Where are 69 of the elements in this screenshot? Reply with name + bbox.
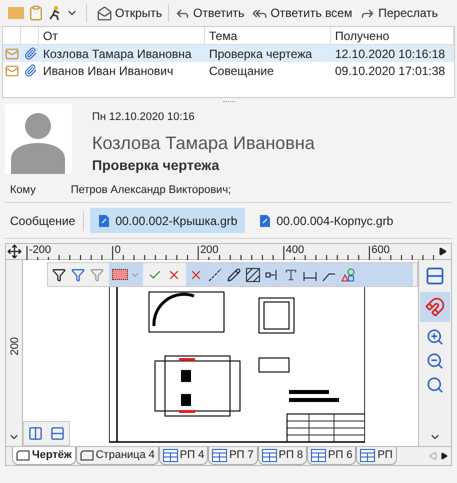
clipboard-icon[interactable] <box>28 5 44 21</box>
envelope-icon <box>5 64 19 78</box>
table-icon <box>360 449 376 462</box>
layout-icon[interactable] <box>425 266 445 286</box>
split-vertical-icon[interactable] <box>28 426 43 441</box>
split-horizontal-icon[interactable] <box>50 426 66 441</box>
pencil-icon[interactable] <box>227 268 241 282</box>
envelope-icon <box>5 46 19 60</box>
sheet-tab[interactable]: РП <box>356 447 397 465</box>
toolbar-button[interactable]: Открыть <box>95 4 164 22</box>
runner-icon[interactable] <box>48 5 62 21</box>
message-date: Пн 12.10.2020 10:16 <box>92 110 196 125</box>
attachment[interactable]: 00.00.004-Корпус.grb <box>251 208 402 233</box>
date-cell-text: 09.10.2020 17:01:38 <box>334 62 446 80</box>
zoom-in-icon[interactable] <box>426 328 444 346</box>
snap-button[interactable] <box>420 292 450 322</box>
ruler-label: -200 <box>29 244 52 257</box>
line-icon[interactable] <box>208 268 222 282</box>
toolbar-button[interactable]: Переслать <box>358 4 440 22</box>
sheet-tab[interactable]: Страница 4 <box>76 447 159 465</box>
toolbar-button[interactable]: Ответить <box>173 4 246 22</box>
page-icon <box>80 450 94 461</box>
sheet-tab[interactable]: РП 8 <box>258 447 308 465</box>
ruler-label: 200 <box>8 337 22 356</box>
page-icon <box>16 450 30 461</box>
sheet-tab[interactable]: РП 7 <box>208 447 258 465</box>
pan-icon[interactable] <box>6 244 23 259</box>
scroll-right-icon[interactable] <box>438 247 447 256</box>
column-header[interactable]: Получено <box>331 27 454 44</box>
table-icon <box>162 449 178 462</box>
column-header[interactable]: От <box>39 27 205 44</box>
file-icon <box>259 214 272 228</box>
message-row[interactable]: Иванов Иван Иванович Совещание 09.10.2020 17:01:38 <box>3 62 454 79</box>
text-icon[interactable] <box>284 268 298 282</box>
recipient: Петров Александр Викторович; <box>70 183 232 198</box>
attachments-label: Сообщение <box>10 210 84 230</box>
sender-cell-text: Иванов Иван Иванович <box>42 62 174 80</box>
subject-cell-text: Совещание <box>208 62 275 80</box>
to-label: Кому <box>10 183 36 198</box>
zoom-out-icon[interactable] <box>426 352 444 370</box>
sheet-tab[interactable]: РП 4 <box>158 447 208 465</box>
message-subject: Проверка чертежа <box>92 156 220 175</box>
toolbar-button[interactable]: Ответить всем <box>250 4 354 22</box>
table-icon <box>212 449 228 462</box>
column-header[interactable]: Тема <box>205 27 331 44</box>
envelope-icon <box>97 6 112 20</box>
fill-button[interactable] <box>109 263 143 286</box>
subject-cell-text: Проверка чертежа <box>208 46 314 62</box>
filter-icon[interactable] <box>52 268 66 282</box>
sheet-tab[interactable]: Чертёж <box>12 447 76 465</box>
scroll-right-icon[interactable] <box>440 452 448 460</box>
ruler-label: 200 <box>200 244 219 257</box>
search-icon[interactable] <box>426 376 444 394</box>
avatar-silhouette <box>5 104 72 174</box>
file-icon <box>98 214 110 228</box>
scroll-left-icon[interactable] <box>428 452 436 460</box>
table-icon <box>311 449 326 462</box>
ruler-label: 600 <box>371 244 390 257</box>
shapes-icon[interactable] <box>341 268 355 282</box>
message-row[interactable]: Козлова Тамара Ивановна Проверка чертежа 12.10.2020 10:16:18 <box>3 45 454 62</box>
sender-cell-text: Козлова Тамара Ивановна <box>42 46 193 62</box>
sender-name: Козлова Тамара Ивановна <box>92 132 315 155</box>
dimension-icon[interactable] <box>265 268 279 282</box>
attachment[interactable]: 00.00.002-Крышка.grb <box>90 208 246 233</box>
table-icon <box>262 449 277 462</box>
date-cell-text: 12.10.2020 10:16:18 <box>334 46 446 62</box>
ruler-label: 400 <box>286 244 304 257</box>
sheet-tab[interactable]: РП 6 <box>307 447 356 465</box>
hatch-icon[interactable] <box>246 268 260 282</box>
